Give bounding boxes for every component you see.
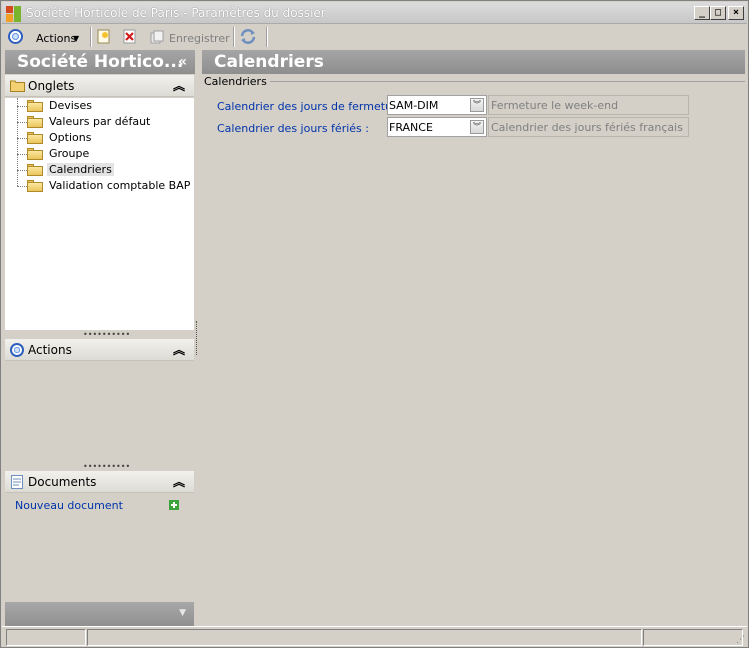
dropdown-chevron-icon[interactable]: ︾ — [470, 120, 484, 134]
folder-icon — [27, 100, 43, 112]
folder-icon — [27, 132, 43, 144]
folder-icon — [27, 116, 43, 128]
save-icon — [150, 30, 164, 44]
dossier-header-title: Société Hortico... — [17, 52, 184, 72]
save-button[interactable]: Enregistrer — [150, 27, 230, 47]
page-title: Calendriers — [202, 50, 745, 74]
save-label: Enregistrer — [169, 32, 230, 45]
resize-grip[interactable]: •••••••••• — [83, 462, 130, 471]
minimize-button[interactable]: _ — [694, 6, 710, 20]
status-cell — [87, 629, 642, 646]
folder-icon — [27, 148, 43, 160]
actions-section-body — [5, 362, 194, 462]
documents-section-header[interactable]: Documents ︽ — [5, 471, 194, 493]
folder-icon — [27, 180, 43, 192]
toolbar-separator — [266, 27, 268, 47]
collapse-panel-icon[interactable]: « — [178, 50, 187, 74]
actions-menu-button[interactable]: Actions ▼ — [32, 27, 86, 47]
title-bar: Société Horticole de Paris - Paramètres … — [2, 2, 747, 24]
actions-section-header[interactable]: Actions ︽ — [5, 339, 194, 361]
dropdown-chevron-icon[interactable]: ︾ — [470, 98, 484, 112]
status-bar: ⋰ — [2, 626, 747, 647]
navigation-pane-footer: ▼ — [5, 602, 194, 626]
closing-days-calendar-combo[interactable]: SAM-DIM ︾ — [387, 95, 487, 115]
folder-icon — [10, 80, 25, 92]
dossier-header: Société Hortico... « — [5, 50, 195, 74]
resize-grip[interactable]: •••••••••• — [83, 330, 130, 339]
actions-menu-label: Actions — [36, 32, 77, 45]
holidays-calendar-combo[interactable]: FRANCE ︾ — [387, 117, 487, 137]
group-title: Calendriers — [204, 75, 270, 88]
app-window: Société Horticole de Paris - Paramètres … — [0, 0, 749, 648]
chevron-down-icon: ▼ — [73, 34, 80, 43]
closing-days-calendar-description: Fermeture le week-end — [488, 95, 689, 115]
document-icon — [11, 475, 23, 489]
panel-splitter[interactable] — [196, 321, 199, 355]
maximize-button[interactable]: □ — [710, 6, 726, 20]
actions-icon — [10, 343, 24, 357]
closing-days-calendar-label: Calendrier des jours de fermeture : — [217, 100, 411, 113]
close-button[interactable]: × — [728, 6, 744, 20]
delete-icon[interactable] — [123, 29, 139, 49]
open-folder-icon — [27, 164, 43, 176]
home-icon[interactable] — [8, 29, 23, 49]
new-icon[interactable] — [97, 29, 113, 49]
refresh-icon[interactable] — [239, 28, 257, 48]
holidays-calendar-label: Calendrier des jours fériés : — [217, 122, 369, 135]
closing-days-calendar-value: SAM-DIM — [389, 99, 439, 112]
chevron-up-icon[interactable]: ︽ — [173, 77, 185, 94]
status-cell — [643, 629, 743, 646]
app-logo-icon — [6, 6, 22, 22]
holidays-calendar-value: FRANCE — [389, 121, 433, 134]
chevron-up-icon[interactable]: ︽ — [173, 341, 185, 358]
documents-section-label: Documents — [28, 475, 97, 489]
actions-section-label: Actions — [28, 343, 72, 357]
new-document-link[interactable]: Nouveau document — [15, 499, 123, 512]
status-cell — [6, 629, 86, 646]
documents-section-body: Nouveau document — [5, 494, 194, 601]
add-icon[interactable] — [169, 500, 179, 510]
holidays-calendar-description: Calendrier des jours fériés français — [488, 117, 689, 137]
tabs-tree: Devises Valeurs par défaut Options Group… — [5, 98, 194, 330]
chevron-up-icon[interactable]: ︽ — [173, 473, 185, 490]
group-divider — [263, 81, 745, 82]
tabs-section-label: Onglets — [28, 79, 75, 93]
resize-handle-icon[interactable]: ⋰ — [736, 635, 745, 645]
window-title: Société Horticole de Paris - Paramètres … — [26, 6, 326, 20]
chevron-down-icon[interactable]: ▼ — [179, 608, 186, 618]
tabs-section-header[interactable]: Onglets ︽ — [5, 75, 194, 97]
toolbar-separator — [233, 27, 235, 47]
toolbar: Actions ▼ Enregistrer — [2, 25, 747, 49]
toolbar-separator — [90, 27, 92, 47]
